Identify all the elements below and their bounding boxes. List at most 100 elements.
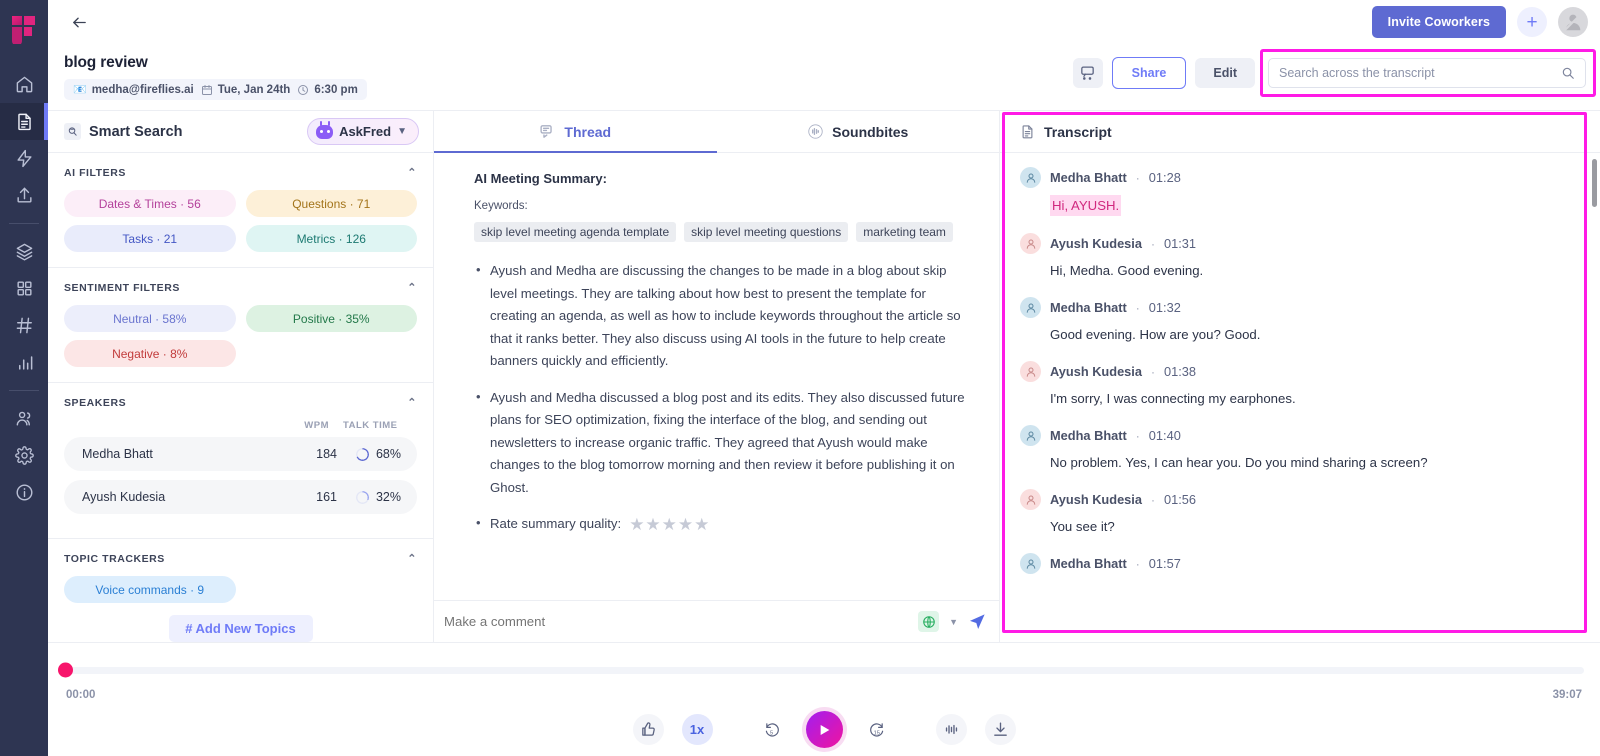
transcript-timestamp[interactable]: 01:28: [1149, 170, 1181, 185]
sentiment-filters-title: SENTIMENT FILTERS: [64, 282, 180, 294]
back-arrow-icon[interactable]: [64, 7, 94, 37]
sidebar-item-home[interactable]: [0, 66, 48, 103]
transcript-list[interactable]: Medha Bhatt · 01:28 Hi, AYUSH.: [1000, 153, 1600, 642]
speaker-talktime: 68%: [337, 447, 401, 461]
transcript-timestamp[interactable]: 01:32: [1149, 300, 1181, 315]
sidebar-item-team[interactable]: [0, 400, 48, 437]
speakers-header: SPEAKERS ⌃: [64, 397, 417, 409]
sidebar-item-upload[interactable]: [0, 177, 48, 214]
transcript-scrollbar[interactable]: [1592, 159, 1597, 207]
add-new-topics-button[interactable]: # Add New Topics: [169, 615, 313, 642]
transcript-entry[interactable]: Ayush Kudesia · 01:31 Hi, Medha. Good ev…: [1000, 233, 1600, 280]
transcript-entry[interactable]: Medha Bhatt · 01:40 No problem. Yes, I c…: [1000, 425, 1600, 472]
chevron-up-icon[interactable]: ⌃: [407, 554, 417, 565]
transcript-entry[interactable]: Medha Bhatt · 01:32 Good evening. How ar…: [1000, 297, 1600, 344]
transcript-entry[interactable]: Medha Bhatt · 01:28 Hi, AYUSH.: [1000, 167, 1600, 216]
rail-divider-2: [9, 390, 39, 391]
download-icon[interactable]: [985, 714, 1016, 745]
chevron-up-icon[interactable]: ⌃: [407, 168, 417, 179]
search-input[interactable]: Search across the transcript: [1268, 58, 1586, 88]
transcript-entry-header: Medha Bhatt · 01:32: [1020, 297, 1580, 318]
play-button[interactable]: [806, 711, 843, 748]
filter-pill-dates-times[interactable]: Dates & Times · 56: [64, 190, 236, 217]
send-icon[interactable]: [968, 612, 987, 631]
add-plus-icon[interactable]: +: [1517, 7, 1547, 37]
filter-pill-positive[interactable]: Positive · 35%: [246, 305, 418, 332]
progress-track-wrap: [48, 643, 1600, 697]
filter-pill-negative[interactable]: Negative · 8%: [64, 340, 236, 367]
ai-summary-title: AI Meeting Summary:: [474, 171, 969, 186]
speaker-avatar-icon: [1020, 297, 1041, 318]
forward-15-icon[interactable]: 15: [861, 714, 892, 745]
chevron-up-icon[interactable]: ⌃: [407, 283, 417, 294]
speaker-avatar-icon: [1020, 167, 1041, 188]
transcript-text: Hi, Medha. Good evening.: [1050, 261, 1580, 280]
transcript-entry[interactable]: Ayush Kudesia · 01:56 You see it?: [1000, 489, 1600, 536]
invite-coworkers-button[interactable]: Invite Coworkers: [1372, 6, 1506, 38]
chevron-up-icon[interactable]: ⌃: [407, 398, 417, 409]
avatar[interactable]: [1558, 7, 1588, 37]
filter-pill-questions[interactable]: Questions · 71: [246, 190, 418, 217]
progress-handle[interactable]: [58, 663, 73, 678]
smart-search-label: Smart Search: [89, 124, 183, 140]
meeting-date-text: Tue, Jan 24th: [218, 84, 291, 96]
rewind-5-icon[interactable]: 5: [757, 714, 788, 745]
participants-icon[interactable]: [1073, 58, 1103, 88]
smart-search-title: Smart Search: [64, 123, 183, 140]
star-rating[interactable]: ★★★★★: [629, 516, 710, 533]
speaker-row[interactable]: Ayush Kudesia 161 32%: [64, 480, 417, 514]
fireflies-logo[interactable]: [9, 14, 39, 44]
filter-pill-tasks[interactable]: Tasks · 21: [64, 225, 236, 252]
sidebar-item-analytics[interactable]: [0, 344, 48, 381]
playback-speed-button[interactable]: 1x: [682, 714, 713, 745]
transcript-timestamp[interactable]: 01:31: [1164, 236, 1196, 251]
separator-dot: ·: [1151, 365, 1155, 379]
transcript-entry-header: Ayush Kudesia · 01:38: [1020, 361, 1580, 382]
separator-dot: ·: [1136, 301, 1140, 315]
share-button[interactable]: Share: [1112, 57, 1187, 89]
hash-icon: #: [185, 621, 192, 636]
transcript-entry[interactable]: Ayush Kudesia · 01:38 I'm sorry, I was c…: [1000, 361, 1600, 408]
separator-dot: ·: [1136, 557, 1140, 571]
transcript-timestamp[interactable]: 01:38: [1164, 364, 1196, 379]
progress-track[interactable]: [64, 667, 1584, 674]
speaker-talktime: 32%: [337, 490, 401, 504]
tab-thread[interactable]: Thread: [434, 111, 717, 152]
thumbs-up-icon[interactable]: [633, 714, 664, 745]
ai-filter-pills: Dates & Times · 56 Questions · 71 Tasks …: [64, 190, 417, 252]
keyword-chip[interactable]: skip level meeting agenda template: [474, 222, 676, 242]
askfred-button[interactable]: AskFred ▼: [307, 118, 419, 145]
filters-scroll-area[interactable]: AI FILTERS ⌃ Dates & Times · 56 Question…: [48, 153, 433, 642]
speaker-row[interactable]: Medha Bhatt 184 68%: [64, 437, 417, 471]
speakers-col-talktime: TALK TIME: [343, 420, 407, 431]
globe-icon[interactable]: [918, 611, 939, 632]
topic-trackers-section: TOPIC TRACKERS ⌃ Voice commands · 9 # Ad…: [48, 539, 433, 642]
sidebar-item-library[interactable]: [0, 233, 48, 270]
chevron-down-icon: ▼: [397, 126, 407, 137]
sidebar-item-automations[interactable]: [0, 140, 48, 177]
sidebar-item-notes[interactable]: [0, 103, 48, 140]
filter-pill-neutral[interactable]: Neutral · 58%: [64, 305, 236, 332]
meeting-header: blog review 📧 medha@fireflies.ai Tue, Ja…: [48, 44, 1600, 111]
clock-icon: [297, 84, 309, 96]
topic-pill-voice-commands[interactable]: Voice commands · 9: [64, 576, 236, 603]
waveform-icon[interactable]: [936, 714, 967, 745]
smart-search-icon: [64, 123, 81, 140]
chevron-down-icon[interactable]: ▼: [945, 617, 962, 627]
transcript-entry[interactable]: Medha Bhatt · 01:57: [1000, 553, 1600, 574]
tab-soundbites[interactable]: Soundbites: [717, 111, 1000, 152]
edit-button[interactable]: Edit: [1195, 58, 1255, 88]
keyword-chip[interactable]: skip level meeting questions: [684, 222, 848, 242]
transcript-speaker-name: Ayush Kudesia: [1050, 492, 1142, 507]
keyword-chip[interactable]: marketing team: [856, 222, 953, 242]
sidebar-item-settings[interactable]: [0, 437, 48, 474]
sidebar-item-topics[interactable]: [0, 307, 48, 344]
sidebar-item-apps[interactable]: [0, 270, 48, 307]
transcript-timestamp[interactable]: 01:40: [1149, 428, 1181, 443]
transcript-timestamp[interactable]: 01:57: [1149, 556, 1181, 571]
transcript-timestamp[interactable]: 01:56: [1164, 492, 1196, 507]
comment-input[interactable]: [440, 614, 912, 629]
filter-pill-metrics[interactable]: Metrics · 126: [246, 225, 418, 252]
sidebar-item-help[interactable]: [0, 474, 48, 511]
transcript-text: I'm sorry, I was connecting my earphones…: [1050, 389, 1580, 408]
